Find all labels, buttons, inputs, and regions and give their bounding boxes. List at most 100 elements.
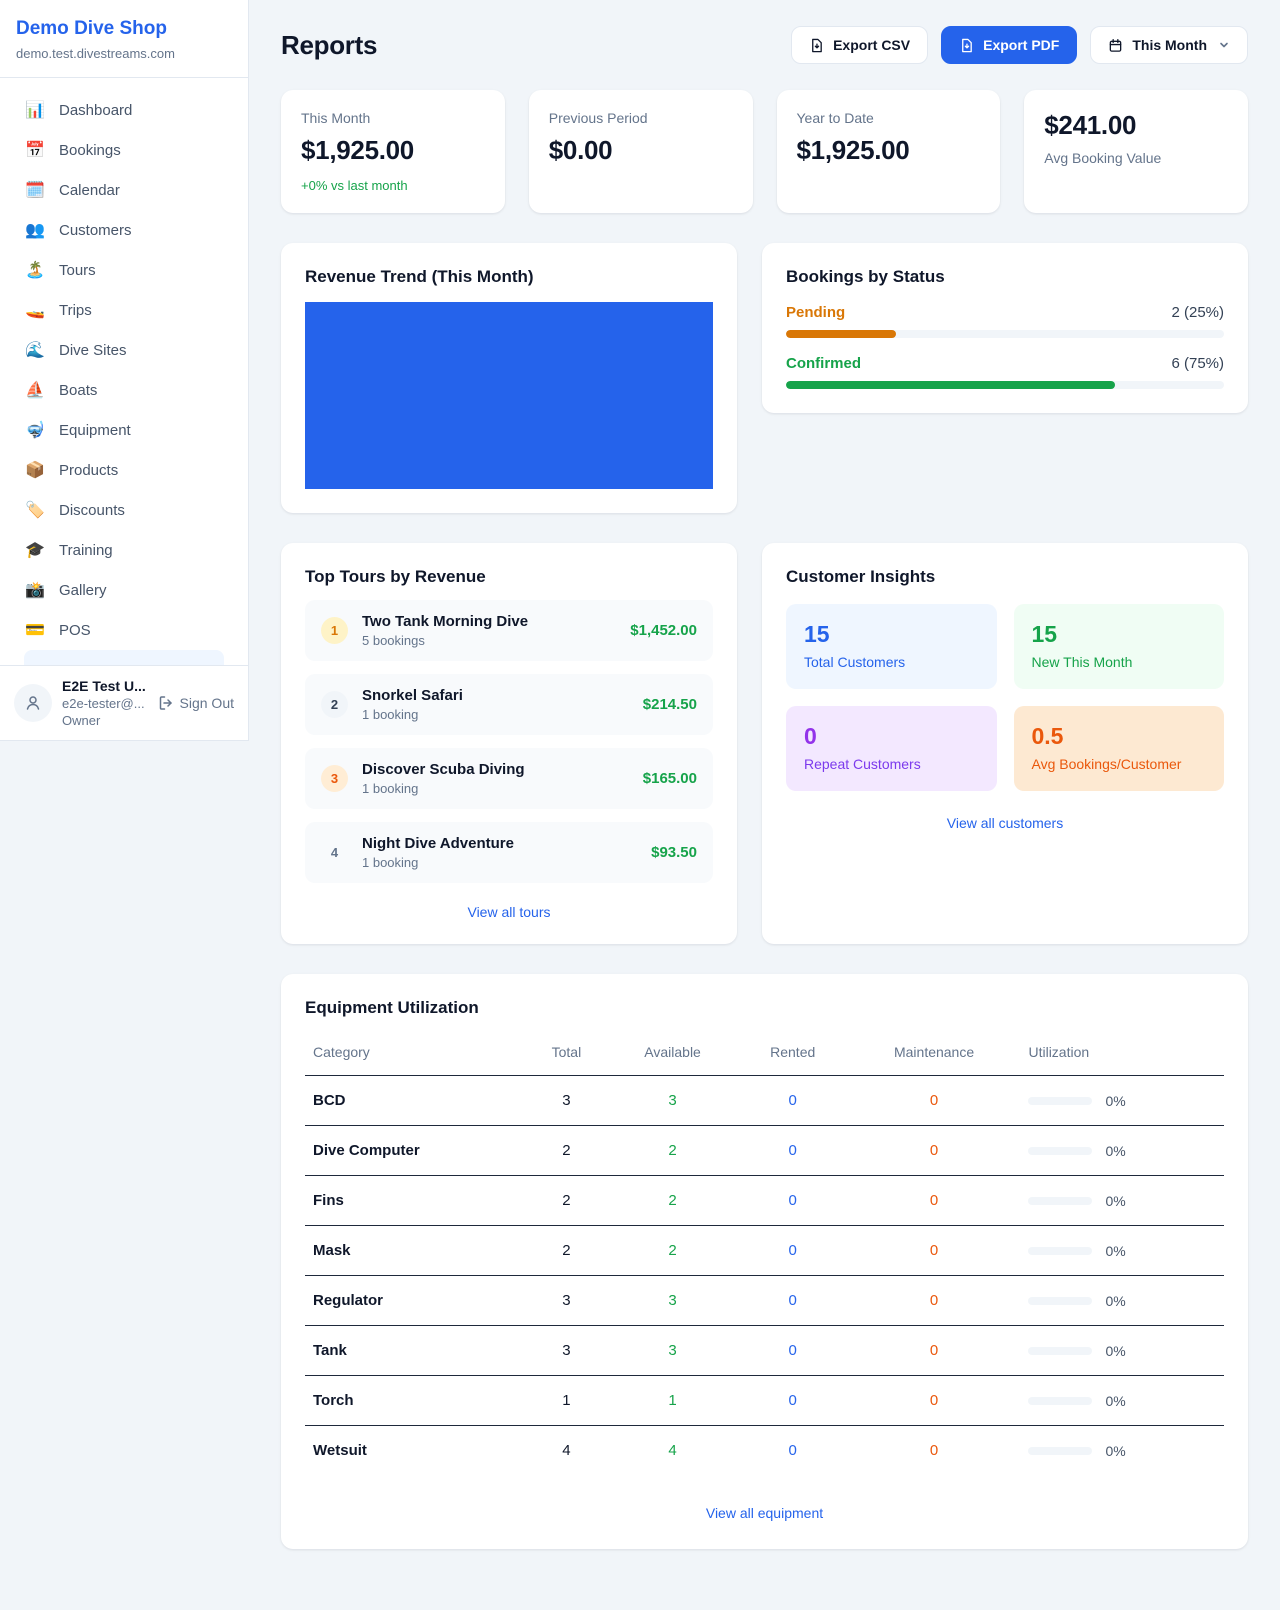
tour-name: Two Tank Morning Dive	[362, 613, 528, 630]
sidebar-item-calendar[interactable]: 🗓️ Calendar	[12, 170, 236, 210]
period-dropdown[interactable]: This Month	[1090, 26, 1248, 64]
tear-off-calendar-icon: 🗓️	[24, 180, 46, 200]
cell-category: Torch	[305, 1376, 525, 1426]
export-pdf-button[interactable]: Export PDF	[941, 26, 1077, 64]
utilization-pct: 0%	[1105, 1293, 1125, 1309]
cell-available: 3	[607, 1276, 737, 1326]
sidebar-item-dashboard[interactable]: 📊 Dashboard	[12, 90, 236, 130]
utilization-pct: 0%	[1105, 1093, 1125, 1109]
user-name: E2E Test U...	[62, 678, 146, 694]
sidebar-nav: 📊 Dashboard 📅 Bookings 🗓️ Calendar 👥 Cus…	[0, 78, 248, 665]
sign-out-label: Sign Out	[180, 695, 234, 711]
sidebar-item-label: Bookings	[59, 142, 121, 159]
sidebar-item-label: POS	[59, 622, 91, 639]
sidebar-item-dive-sites[interactable]: 🌊 Dive Sites	[12, 330, 236, 370]
sidebar-item-label: Training	[59, 542, 113, 559]
view-all-equipment-link[interactable]: View all equipment	[305, 1505, 1224, 1521]
sidebar-item-label: Equipment	[59, 422, 131, 439]
sidebar-item-reports-active-partial[interactable]	[24, 650, 224, 665]
utilization-pct: 0%	[1105, 1393, 1125, 1409]
sidebar-item-discounts[interactable]: 🏷️ Discounts	[12, 490, 236, 530]
sidebar-item-trips[interactable]: 🚤 Trips	[12, 290, 236, 330]
cell-rented: 0	[738, 1076, 848, 1126]
sidebar-item-bookings[interactable]: 📅 Bookings	[12, 130, 236, 170]
header-actions: Export CSV Export PDF This Month	[791, 26, 1248, 64]
cell-rented: 0	[738, 1126, 848, 1176]
cell-utilization: 0%	[1020, 1426, 1224, 1476]
cell-available: 1	[607, 1376, 737, 1426]
cell-rented: 0	[738, 1226, 848, 1276]
sidebar-item-equipment[interactable]: 🤿 Equipment	[12, 410, 236, 450]
table-row: Tank 3 3 0 0 0%	[305, 1326, 1224, 1376]
charts-row: Revenue Trend (This Month) Bookings by S…	[281, 243, 1248, 513]
view-all-tours-link[interactable]: View all tours	[305, 904, 713, 920]
status-label: Pending	[786, 304, 845, 321]
sign-out-button[interactable]: Sign Out	[158, 695, 234, 711]
tour-bookings: 1 booking	[362, 855, 514, 870]
utilization-bar	[1028, 1197, 1092, 1205]
insight-value: 0	[804, 723, 979, 750]
view-all-customers-link[interactable]: View all customers	[786, 815, 1224, 831]
brand-domain: demo.test.divestreams.com	[16, 46, 232, 61]
rank-badge: 1	[321, 617, 348, 644]
insight-repeat-customers: 0 Repeat Customers	[786, 706, 997, 791]
tour-bookings: 1 booking	[362, 707, 463, 722]
revenue-trend-chart	[305, 302, 713, 489]
diving-mask-icon: 🤿	[24, 420, 46, 440]
cell-maintenance: 0	[848, 1076, 1021, 1126]
cell-total: 2	[525, 1126, 607, 1176]
list-item: 4 Night Dive Adventure 1 booking $93.50	[305, 822, 713, 883]
insight-value: 15	[804, 621, 979, 648]
chevron-down-icon	[1218, 39, 1230, 51]
utilization-bar	[1028, 1097, 1092, 1105]
table-row: Wetsuit 4 4 0 0 0%	[305, 1426, 1224, 1476]
stat-delta: +0% vs last month	[301, 178, 485, 193]
sidebar-item-pos[interactable]: 💳 POS	[12, 610, 236, 650]
utilization-pct: 0%	[1105, 1193, 1125, 1209]
cell-utilization: 0%	[1020, 1276, 1224, 1326]
user-role: Owner	[62, 713, 146, 728]
sidebar-item-training[interactable]: 🎓 Training	[12, 530, 236, 570]
cell-category: Dive Computer	[305, 1126, 525, 1176]
insight-new-this-month: 15 New This Month	[1014, 604, 1225, 689]
column-header: Category	[305, 1032, 525, 1076]
sidebar-item-boats[interactable]: ⛵ Boats	[12, 370, 236, 410]
sidebar-item-tours[interactable]: 🏝️ Tours	[12, 250, 236, 290]
status-bar-track	[786, 330, 1224, 338]
status-bar-fill	[786, 381, 1115, 389]
utilization-bar	[1028, 1447, 1092, 1455]
sidebar-item-gallery[interactable]: 📸 Gallery	[12, 570, 236, 610]
stat-card-year-to-date: Year to Date $1,925.00	[777, 90, 1001, 213]
cell-category: Wetsuit	[305, 1426, 525, 1476]
cell-total: 3	[525, 1276, 607, 1326]
revenue-trend-card: Revenue Trend (This Month)	[281, 243, 737, 513]
cell-utilization: 0%	[1020, 1326, 1224, 1376]
cell-category: BCD	[305, 1076, 525, 1126]
customer-insights-card: Customer Insights 15 Total Customers 15 …	[762, 543, 1248, 944]
insight-total-customers: 15 Total Customers	[786, 604, 997, 689]
sidebar-item-products[interactable]: 📦 Products	[12, 450, 236, 490]
cell-maintenance: 0	[848, 1226, 1021, 1276]
utilization-pct: 0%	[1105, 1143, 1125, 1159]
table-row: Mask 2 2 0 0 0%	[305, 1226, 1224, 1276]
utilization-bar	[1028, 1147, 1092, 1155]
utilization-pct: 0%	[1105, 1443, 1125, 1459]
cell-available: 4	[607, 1426, 737, 1476]
person-icon	[24, 694, 42, 712]
cell-maintenance: 0	[848, 1426, 1021, 1476]
sidebar-item-customers[interactable]: 👥 Customers	[12, 210, 236, 250]
rank-badge: 4	[321, 839, 348, 866]
export-csv-label: Export CSV	[833, 37, 910, 53]
user-email: e2e-tester@...	[62, 696, 146, 711]
cell-utilization: 0%	[1020, 1176, 1224, 1226]
top-tours-card: Top Tours by Revenue 1 Two Tank Morning …	[281, 543, 737, 944]
insights-grid: 15 Total Customers 15 New This Month 0 R…	[786, 604, 1224, 791]
export-csv-button[interactable]: Export CSV	[791, 26, 928, 64]
status-row-pending: Pending 2 (25%)	[786, 304, 1224, 338]
stat-label: Year to Date	[797, 110, 981, 126]
stat-label: This Month	[301, 110, 485, 126]
cell-maintenance: 0	[848, 1176, 1021, 1226]
column-header: Available	[607, 1032, 737, 1076]
tour-bookings: 1 booking	[362, 781, 525, 796]
cell-rented: 0	[738, 1426, 848, 1476]
